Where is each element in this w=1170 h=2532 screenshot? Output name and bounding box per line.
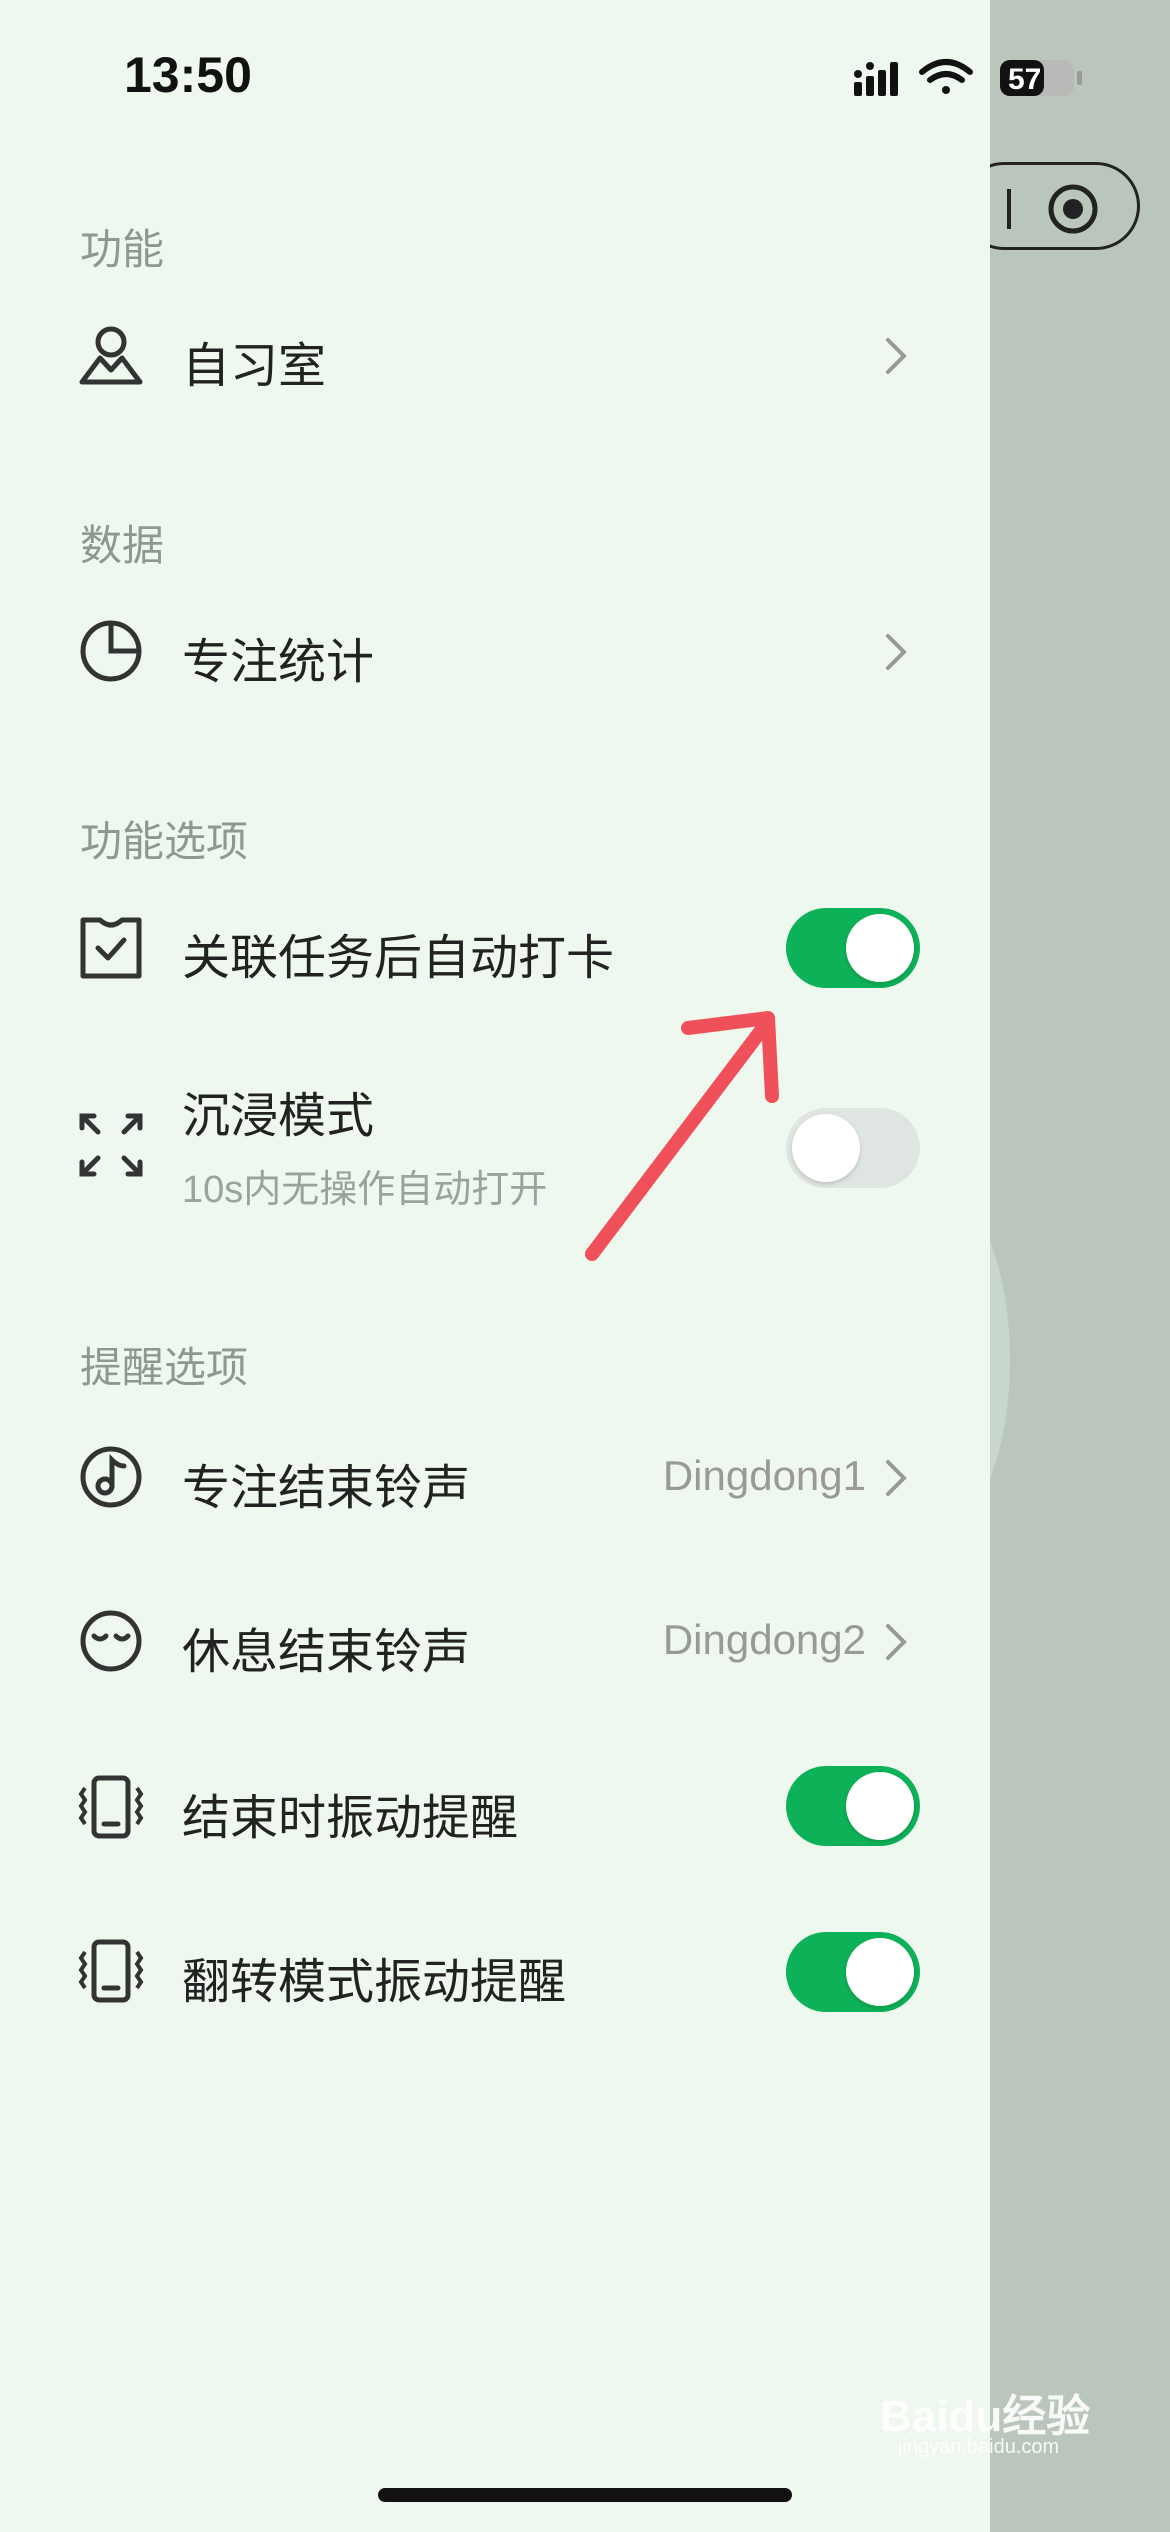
- auto-checkin-toggle[interactable]: [786, 908, 920, 988]
- status-icons: 57: [854, 59, 1082, 96]
- section-title-function: 功能: [80, 226, 165, 273]
- section-title-options: 功能选项: [80, 818, 249, 865]
- calendar-check-icon: [80, 917, 142, 979]
- row-label-focus-stats: 专注统计: [182, 636, 375, 689]
- toggle-knob: [846, 1772, 914, 1840]
- immersive-toggle[interactable]: [786, 1108, 920, 1188]
- baidu-watermark: Baidu经验: [880, 2392, 1091, 2441]
- toggle-knob: [846, 1938, 914, 2006]
- row-label-study-room: 自习室: [182, 340, 327, 393]
- row-label-auto-checkin: 关联任务后自动打卡: [182, 932, 615, 985]
- rest-end-sound-value: Dingdong2: [662, 1616, 866, 1663]
- section-title-reminders: 提醒选项: [80, 1344, 249, 1391]
- row-label-rest-end-sound: 休息结束铃声: [182, 1626, 471, 1679]
- chevron-right-icon: [886, 634, 907, 670]
- row-label-end-vibrate: 结束时振动提醒: [182, 1792, 519, 1845]
- sleepy-face-icon: [80, 1610, 142, 1672]
- chevron-right-icon: [886, 1624, 907, 1660]
- close-target-icon[interactable]: [1047, 183, 1099, 235]
- settings-drawer: 13:50 57 功能 自习室 数据 专注统计 功能选项 关联任务后自动打卡 沉…: [0, 0, 1082, 2532]
- baidu-watermark-url: jingyan.baidu.com: [898, 2436, 1060, 2458]
- toggle-knob: [792, 1114, 860, 1182]
- section-title-data: 数据: [80, 522, 165, 569]
- row-label-focus-end-sound: 专注结束铃声: [182, 1462, 471, 1515]
- battery-level: 57: [1008, 63, 1041, 96]
- row-label-flip-vibrate: 翻转模式振动提醒: [182, 1956, 567, 2009]
- wifi-icon: [919, 59, 973, 94]
- music-note-icon: [80, 1446, 142, 1508]
- chevron-right-icon: [886, 1460, 907, 1496]
- background-page: [990, 0, 1170, 2532]
- battery-icon: 57: [1000, 60, 1082, 96]
- focus-end-sound-value: Dingdong1: [662, 1452, 866, 1499]
- expand-icon: [79, 1113, 143, 1177]
- chevron-right-icon: [886, 338, 907, 374]
- pie-chart-icon: [80, 620, 142, 682]
- end-vibrate-toggle[interactable]: [786, 1766, 920, 1846]
- toggle-knob: [846, 914, 914, 982]
- home-indicator[interactable]: [378, 2488, 792, 2502]
- phone-vibrate-icon: [78, 1939, 144, 2003]
- signal-icon: [854, 62, 898, 96]
- status-time: 13:50: [124, 47, 252, 103]
- capsule-divider: [1007, 189, 1011, 229]
- phone-vibrate-icon: [78, 1775, 144, 1839]
- flip-vibrate-toggle[interactable]: [786, 1932, 920, 2012]
- annotation-arrow-icon: [585, 1011, 779, 1261]
- person-mountain-icon: [79, 326, 143, 385]
- row-label-immersive: 沉浸模式: [182, 1090, 375, 1143]
- row-subtitle-immersive: 10s内无操作自动打开: [182, 1169, 548, 1211]
